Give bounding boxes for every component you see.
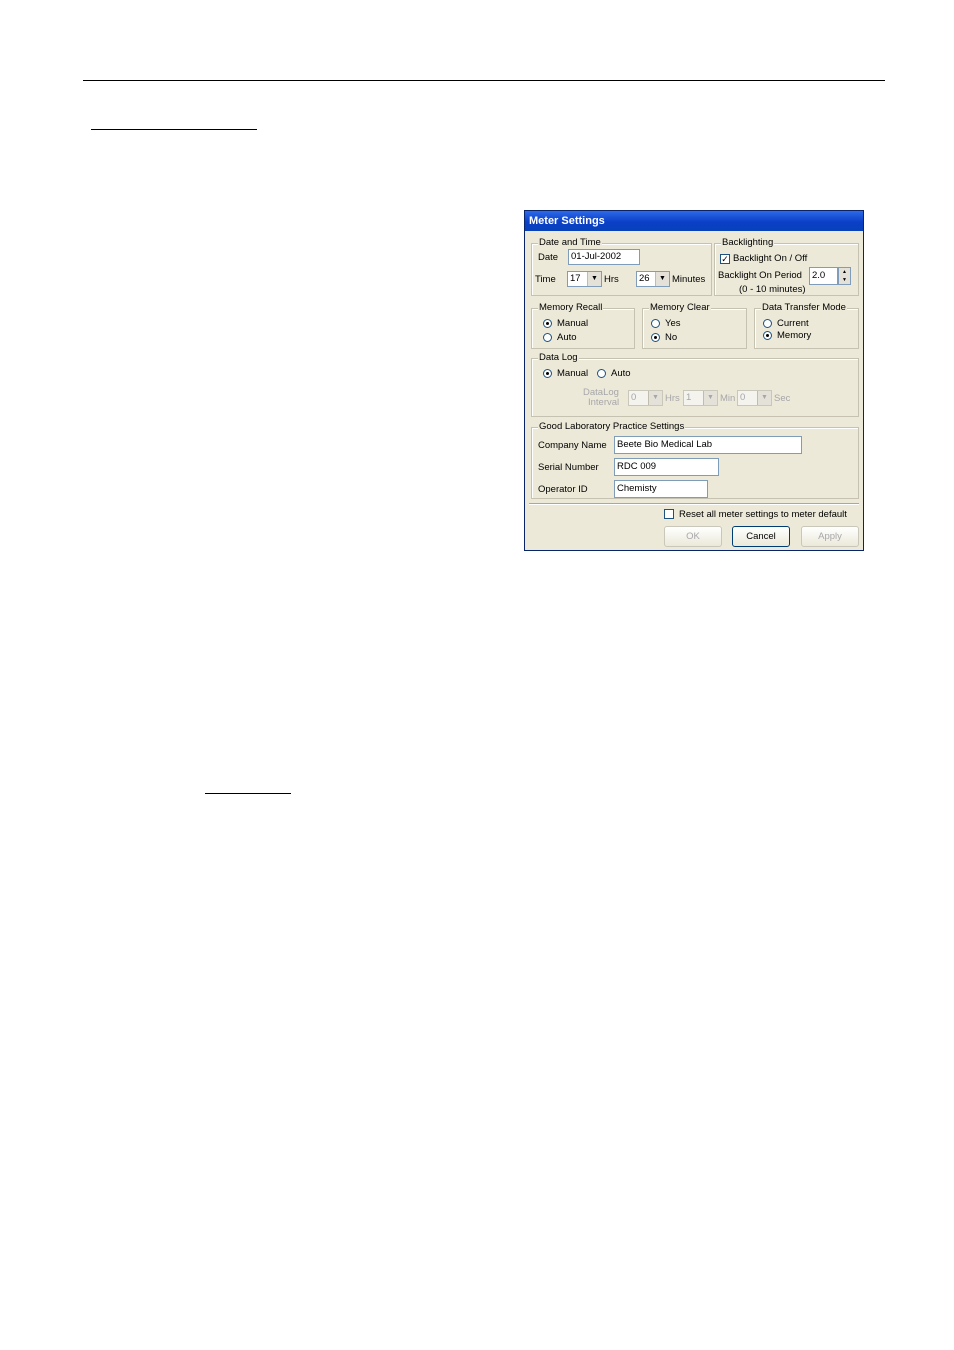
memory-recall-group: Memory Recall Manual Auto — [531, 302, 635, 349]
datalog-min-unit: Min — [720, 393, 736, 404]
memory-clear-no-radio[interactable] — [651, 333, 660, 342]
glp-settings-group: Good Laboratory Practice Settings Compan… — [531, 421, 859, 499]
backlight-checkbox[interactable]: ✓ — [720, 254, 730, 264]
backlight-period-field[interactable]: 2.0 — [809, 267, 838, 285]
data-transfer-mode-legend: Data Transfer Mode — [761, 302, 847, 314]
backlight-period-spinner[interactable]: ▲ ▼ — [838, 267, 851, 285]
operator-id-label: Operator ID — [538, 484, 588, 495]
minutes-value: 26 — [639, 273, 650, 284]
chevron-down-icon[interactable]: ▼ — [587, 272, 601, 286]
datalog-hrs-select[interactable]: 0 ▼ — [628, 390, 663, 406]
hours-unit-label: Hrs — [604, 274, 619, 285]
section-heading-underline — [91, 129, 257, 130]
datalog-hrs-unit: Hrs — [665, 393, 680, 404]
data-transfer-mode-group: Data Transfer Mode Current Memory — [754, 302, 859, 349]
data-log-manual-radio[interactable] — [543, 369, 552, 378]
chevron-down-icon[interactable]: ▼ — [648, 391, 662, 405]
time-label: Time — [535, 274, 556, 285]
subheading-underline — [205, 793, 291, 794]
apply-button[interactable]: Apply — [801, 526, 859, 547]
data-log-group: Data Log Manual Auto DataLog Interval 0 … — [531, 352, 859, 417]
datalog-min-value: 1 — [686, 392, 692, 403]
backlight-period-label: Backlight On Period — [718, 270, 802, 281]
memory-recall-auto-label: Auto — [557, 332, 577, 343]
serial-number-field[interactable]: RDC 009 — [614, 458, 719, 476]
chevron-down-icon[interactable]: ▼ — [703, 391, 717, 405]
hours-select[interactable]: 17 ▼ — [567, 271, 602, 287]
meter-settings-dialog: Meter Settings Date and Time Date 01-Jul… — [524, 210, 864, 551]
page-header-rule — [83, 80, 885, 81]
data-transfer-current-radio[interactable] — [763, 319, 772, 328]
check-mark-icon: ✓ — [721, 254, 729, 264]
reset-defaults-checkbox[interactable] — [664, 509, 674, 519]
minutes-unit-label: Minutes — [672, 274, 706, 285]
memory-clear-yes-label: Yes — [665, 318, 681, 329]
data-transfer-current-label: Current — [777, 318, 809, 329]
dialog-title: Meter Settings — [529, 215, 605, 227]
memory-recall-auto-radio[interactable] — [543, 333, 552, 342]
data-log-legend: Data Log — [538, 352, 579, 364]
date-field[interactable]: 01-Jul-2002 — [568, 249, 640, 265]
datalog-min-select[interactable]: 1 ▼ — [683, 390, 718, 406]
memory-recall-manual-radio[interactable] — [543, 319, 552, 328]
ok-button[interactable]: OK — [664, 526, 722, 547]
datalog-hrs-value: 0 — [631, 392, 637, 403]
serial-number-label: Serial Number — [538, 462, 599, 473]
memory-clear-legend: Memory Clear — [649, 302, 711, 314]
minutes-select[interactable]: 26 ▼ — [636, 271, 670, 287]
reset-defaults-label: Reset all meter settings to meter defaul… — [679, 509, 847, 520]
date-time-legend: Date and Time — [538, 237, 602, 249]
dialog-title-bar[interactable]: Meter Settings — [525, 211, 863, 231]
memory-clear-group: Memory Clear Yes No — [642, 302, 747, 349]
chevron-down-icon[interactable]: ▼ — [839, 276, 850, 284]
data-log-auto-radio[interactable] — [597, 369, 606, 378]
footer-divider — [529, 503, 859, 505]
data-log-manual-label: Manual — [557, 368, 589, 379]
hours-value: 17 — [570, 273, 581, 284]
memory-recall-legend: Memory Recall — [538, 302, 604, 314]
operator-id-field[interactable]: Chemisty — [614, 480, 708, 498]
chevron-down-icon[interactable]: ▼ — [757, 391, 771, 405]
date-label: Date — [538, 252, 559, 263]
backlighting-legend: Backlighting — [721, 237, 775, 249]
company-name-label: Company Name — [538, 440, 607, 451]
memory-clear-no-label: No — [665, 332, 678, 343]
memory-recall-manual-label: Manual — [557, 318, 589, 329]
datalog-interval-label-line2: Interval — [588, 397, 620, 408]
datalog-sec-unit: Sec — [774, 393, 791, 404]
chevron-down-icon[interactable]: ▼ — [655, 272, 669, 286]
backlight-checkbox-label: Backlight On / Off — [733, 253, 808, 264]
date-time-group: Date and Time Date 01-Jul-2002 Time 17 ▼… — [531, 237, 712, 296]
data-transfer-memory-label: Memory — [777, 330, 812, 341]
glp-settings-legend: Good Laboratory Practice Settings — [538, 421, 686, 433]
cancel-button[interactable]: Cancel — [732, 526, 790, 547]
backlighting-group: Backlighting ✓ Backlight On / Off Backli… — [714, 237, 859, 296]
company-name-field[interactable]: Beete Bio Medical Lab — [614, 436, 802, 454]
memory-clear-yes-radio[interactable] — [651, 319, 660, 328]
datalog-sec-select[interactable]: 0 ▼ — [737, 390, 772, 406]
chevron-up-icon[interactable]: ▲ — [839, 268, 850, 276]
data-log-auto-label: Auto — [611, 368, 631, 379]
datalog-sec-value: 0 — [740, 392, 746, 403]
backlight-range-note: (0 - 10 minutes) — [739, 284, 806, 295]
data-transfer-memory-radio[interactable] — [763, 331, 772, 340]
